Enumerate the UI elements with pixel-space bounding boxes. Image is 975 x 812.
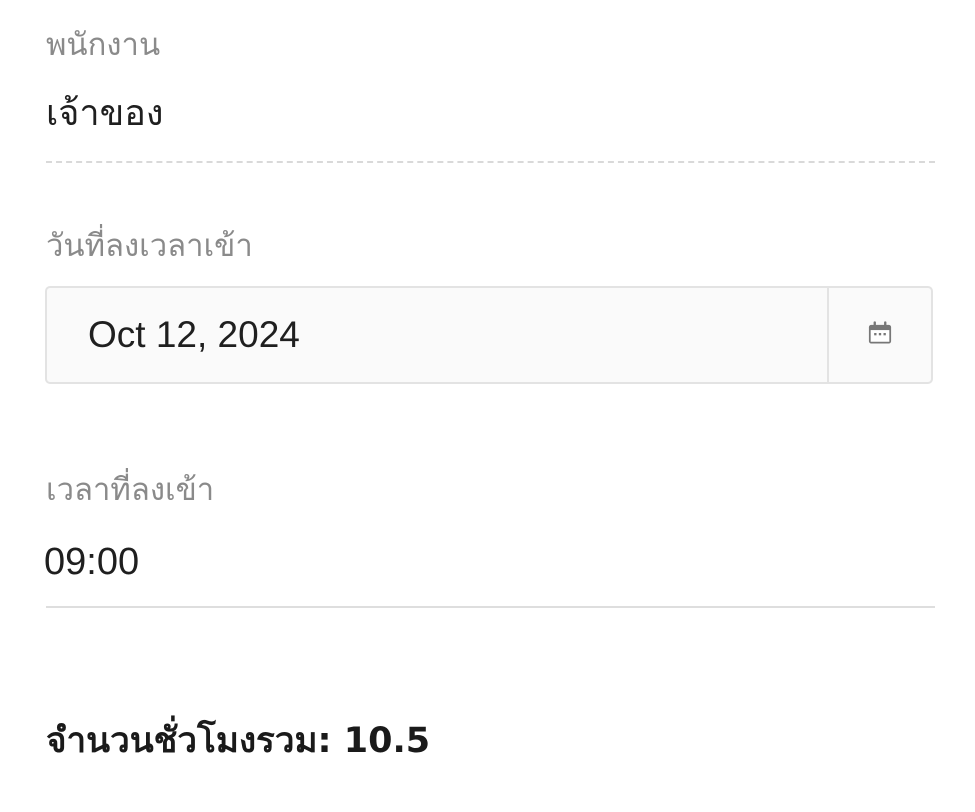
checkin-date-field — [45, 286, 933, 384]
checkin-date-input[interactable] — [47, 288, 827, 382]
employee-value: เจ้าของ — [46, 93, 164, 134]
checkin-time-label: เวลาที่ลงเข้า — [46, 472, 215, 508]
total-hours: จำนวนชั่วโมงรวม: 10.5 — [46, 721, 431, 761]
checkin-time-underline — [46, 606, 935, 608]
checkin-form: พนักงาน เจ้าของ วันที่ลงเวลาเข้า เวลาที่… — [0, 0, 975, 812]
employee-divider — [46, 161, 935, 163]
checkin-time-input[interactable] — [44, 535, 935, 589]
checkin-date-label: วันที่ลงเวลาเข้า — [46, 228, 253, 264]
calendar-icon — [866, 319, 894, 351]
calendar-button[interactable] — [827, 288, 931, 382]
employee-label: พนักงาน — [46, 27, 161, 63]
